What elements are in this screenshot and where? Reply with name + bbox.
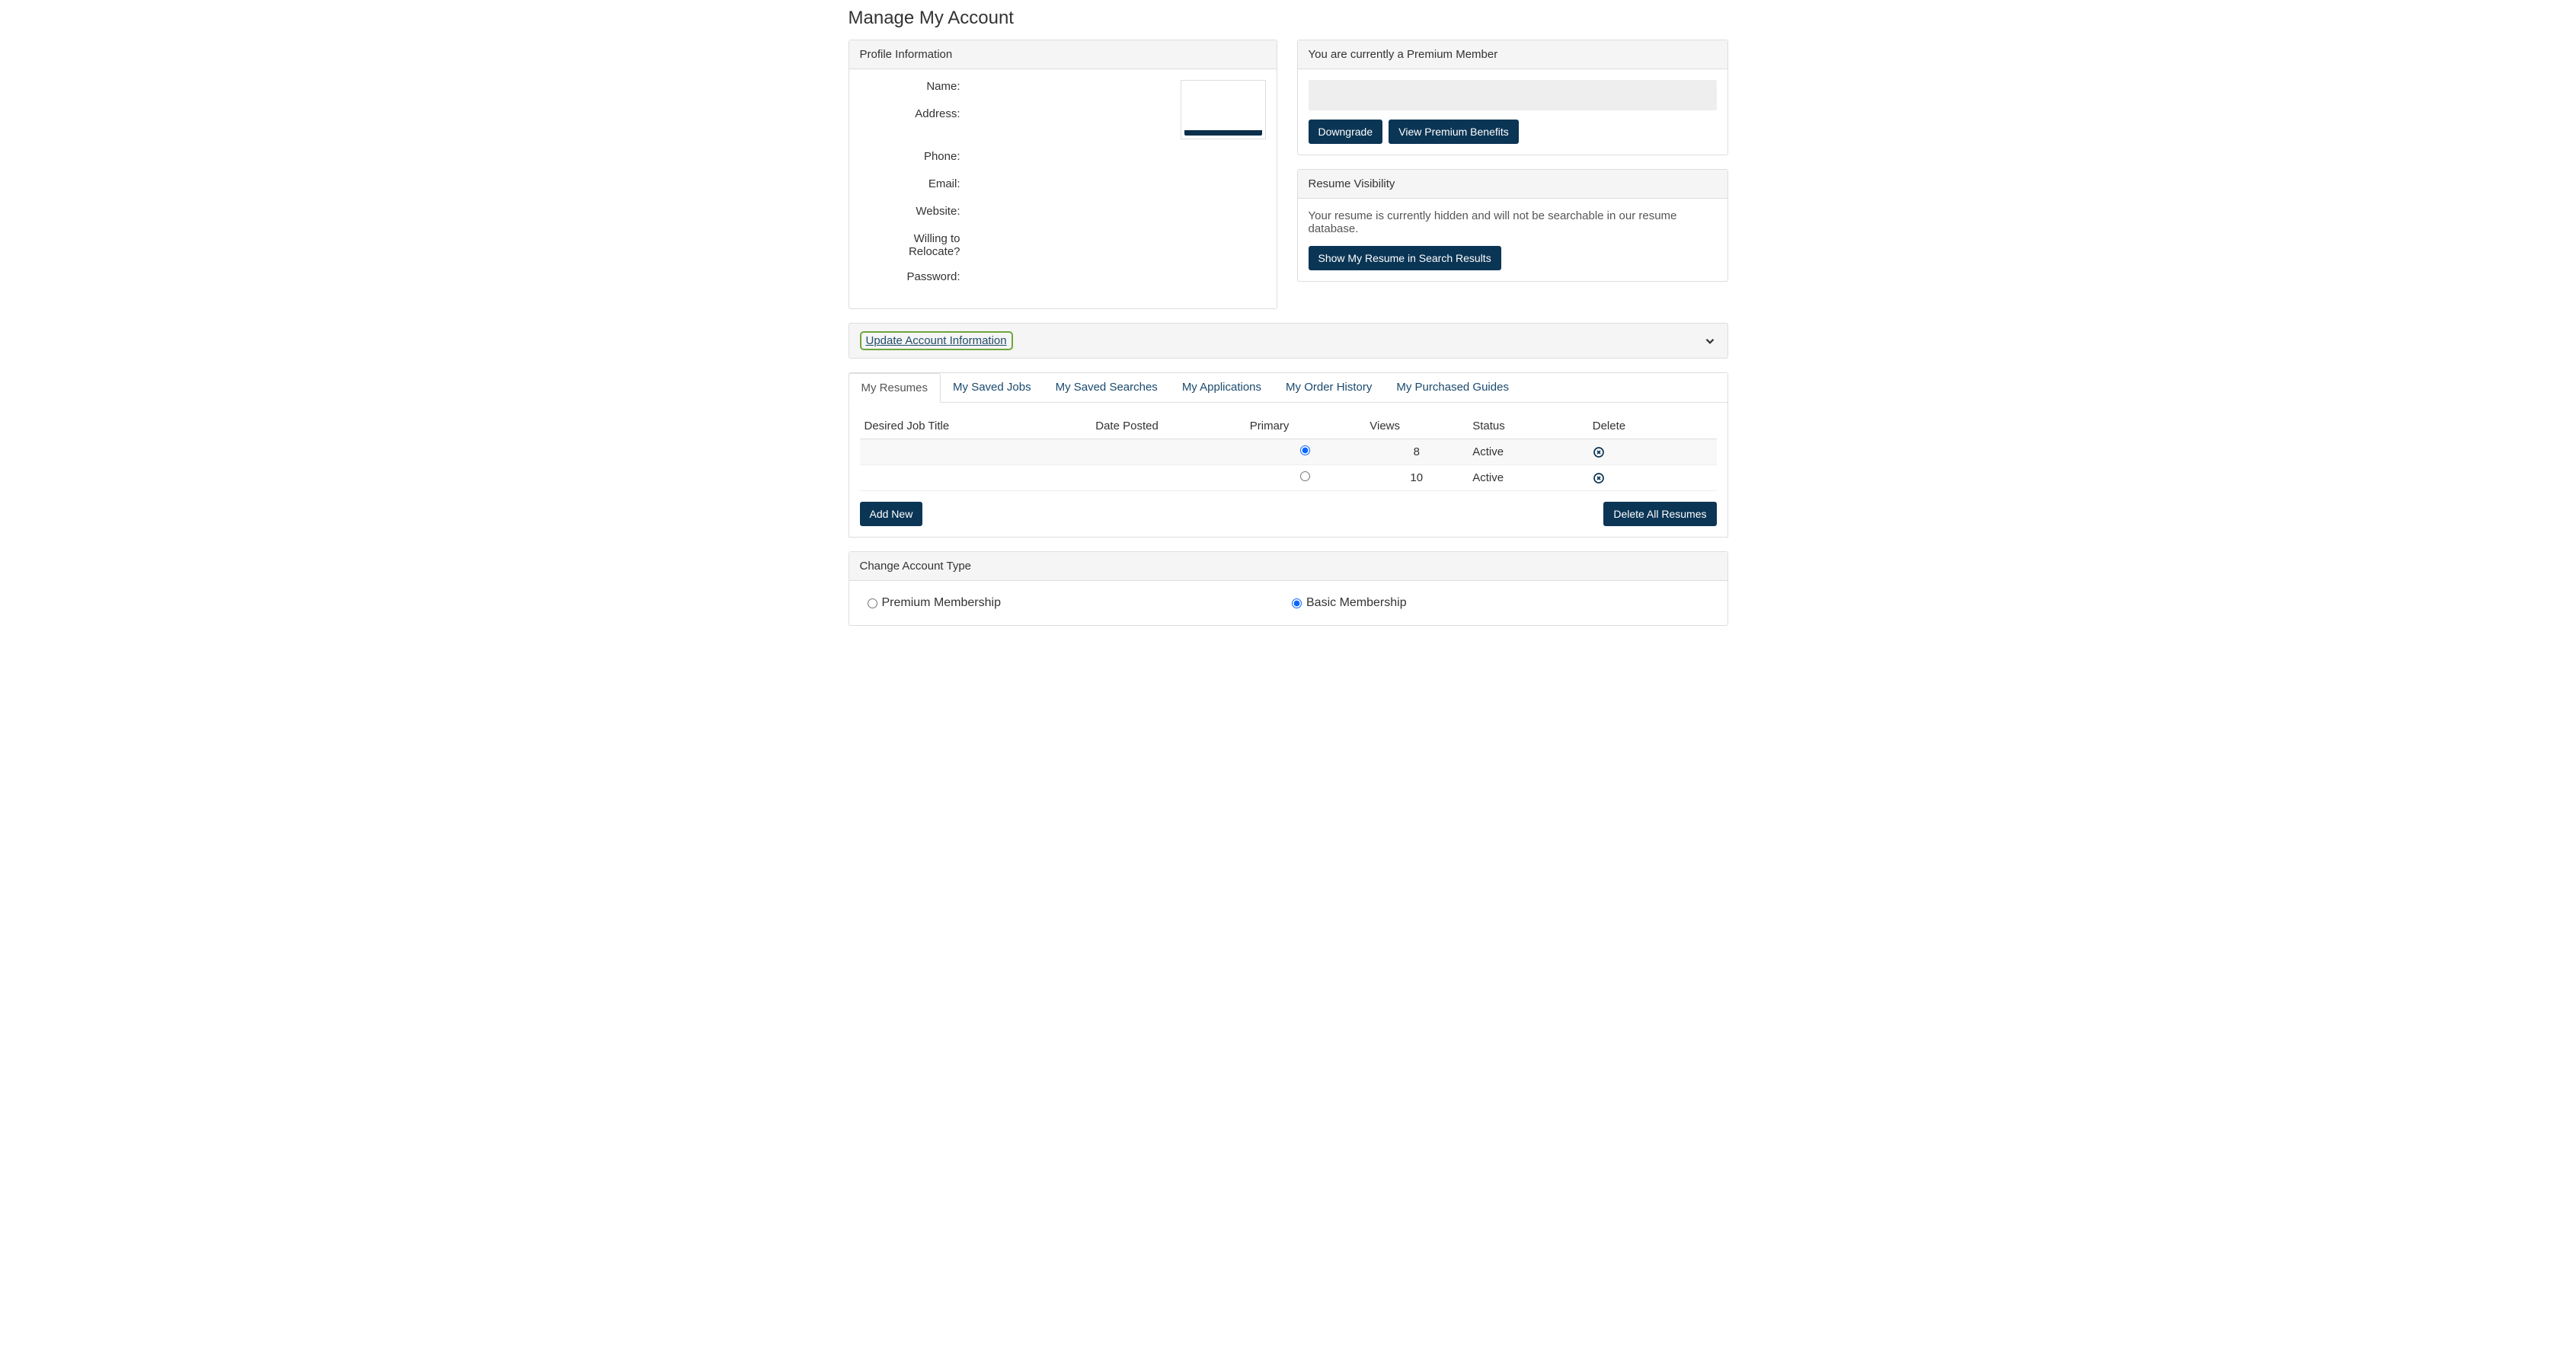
label-address: Address: xyxy=(860,107,967,120)
basic-radio-label: Basic Membership xyxy=(1306,596,1407,610)
table-row: 8Active xyxy=(860,439,1717,465)
tabs-container: My Resumes My Saved Jobs My Saved Search… xyxy=(849,372,1728,538)
chevron-down-icon xyxy=(1703,334,1717,348)
premium-panel: You are currently a Premium Member Downg… xyxy=(1297,40,1728,155)
update-account-link[interactable]: Update Account Information xyxy=(860,331,1013,350)
value-address xyxy=(967,107,1170,123)
resume-visibility-text: Your resume is currently hidden and will… xyxy=(1309,209,1717,235)
tab-my-resumes[interactable]: My Resumes xyxy=(849,373,941,403)
premium-radio-label: Premium Membership xyxy=(882,596,1001,610)
tab-my-order-history[interactable]: My Order History xyxy=(1274,373,1384,402)
show-resume-button[interactable]: Show My Resume in Search Results xyxy=(1309,246,1501,270)
value-relocate xyxy=(967,232,1170,247)
value-website xyxy=(967,205,1170,220)
label-phone: Phone: xyxy=(860,150,967,163)
change-account-header: Change Account Type xyxy=(849,552,1727,581)
tab-my-purchased-guides[interactable]: My Purchased Guides xyxy=(1384,373,1521,402)
th-status: Status xyxy=(1468,413,1588,439)
th-date: Date Posted xyxy=(1091,413,1245,439)
value-name xyxy=(967,80,1170,95)
primary-radio[interactable] xyxy=(1300,445,1310,455)
page-title: Manage My Account xyxy=(849,8,1728,29)
delete-icon[interactable] xyxy=(1593,446,1605,458)
value-email xyxy=(967,177,1170,193)
cell-views: 10 xyxy=(1365,465,1468,491)
premium-radio[interactable] xyxy=(868,598,877,608)
cell-title xyxy=(860,465,1091,491)
value-phone xyxy=(967,150,1170,165)
profile-info-panel: Profile Information Name: Address: Phone… xyxy=(849,40,1277,309)
change-account-panel: Change Account Type Premium Membership B… xyxy=(849,551,1728,626)
update-account-accordion[interactable]: Update Account Information xyxy=(849,323,1728,359)
primary-radio[interactable] xyxy=(1300,471,1310,481)
resume-visibility-panel: Resume Visibility Your resume is current… xyxy=(1297,169,1728,282)
cell-status: Active xyxy=(1468,465,1588,491)
delete-icon[interactable] xyxy=(1593,472,1605,484)
label-relocate: Willing to Relocate? xyxy=(860,232,967,258)
tab-my-saved-searches[interactable]: My Saved Searches xyxy=(1044,373,1170,402)
th-primary: Primary xyxy=(1245,413,1366,439)
premium-header: You are currently a Premium Member xyxy=(1298,40,1727,69)
profile-info-header: Profile Information xyxy=(849,40,1277,69)
cell-views: 8 xyxy=(1365,439,1468,465)
cell-date xyxy=(1091,439,1245,465)
label-website: Website: xyxy=(860,205,967,218)
delete-all-resumes-button[interactable]: Delete All Resumes xyxy=(1603,502,1716,526)
label-password: Password: xyxy=(860,270,967,283)
add-new-button[interactable]: Add New xyxy=(860,502,923,526)
tab-my-applications[interactable]: My Applications xyxy=(1170,373,1274,402)
table-row: 10Active xyxy=(860,465,1717,491)
th-views: Views xyxy=(1365,413,1468,439)
th-delete: Delete xyxy=(1588,413,1717,439)
profile-image xyxy=(1181,80,1266,139)
tab-my-saved-jobs[interactable]: My Saved Jobs xyxy=(941,373,1044,402)
cell-status: Active xyxy=(1468,439,1588,465)
tab-nav: My Resumes My Saved Jobs My Saved Search… xyxy=(849,373,1727,403)
label-name: Name: xyxy=(860,80,967,93)
view-benefits-button[interactable]: View Premium Benefits xyxy=(1389,120,1518,144)
label-email: Email: xyxy=(860,177,967,190)
premium-info-bar xyxy=(1309,80,1717,110)
value-password xyxy=(967,270,1170,286)
downgrade-button[interactable]: Downgrade xyxy=(1309,120,1383,144)
resume-visibility-header: Resume Visibility xyxy=(1298,170,1727,199)
cell-title xyxy=(860,439,1091,465)
cell-date xyxy=(1091,465,1245,491)
basic-radio[interactable] xyxy=(1292,598,1302,608)
resumes-table: Desired Job Title Date Posted Primary Vi… xyxy=(860,413,1717,491)
th-title: Desired Job Title xyxy=(860,413,1091,439)
